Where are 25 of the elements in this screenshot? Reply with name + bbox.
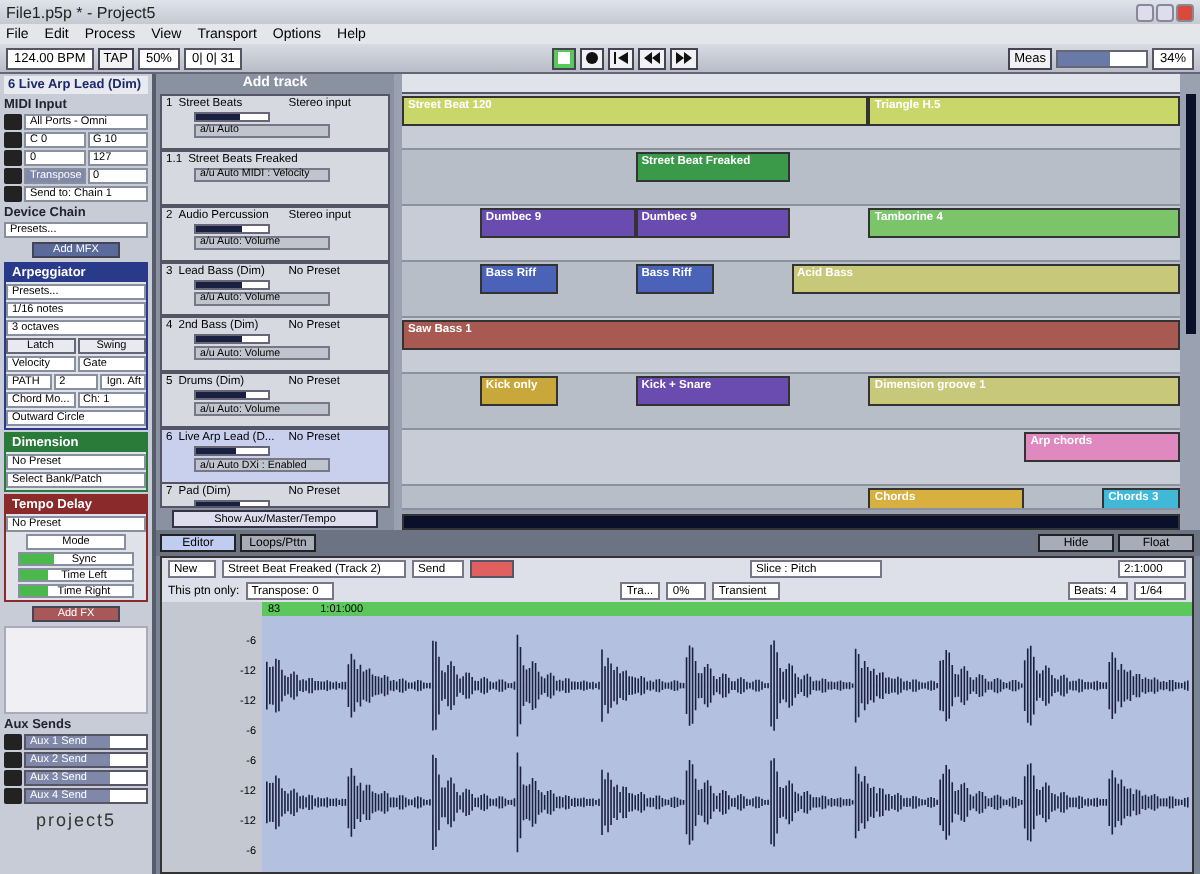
zoom-slider[interactable]	[1055, 49, 1148, 67]
track-meter	[194, 390, 270, 401]
logo: project5	[33, 810, 119, 830]
window-title: File1.p5p * - Project5	[6, 3, 156, 21]
fast-forward-icon	[676, 52, 693, 64]
play-button[interactable]	[552, 47, 577, 69]
close-button[interactable]	[1176, 3, 1194, 21]
record-icon	[586, 52, 599, 64]
track-meter	[194, 446, 270, 457]
rewind-icon	[644, 52, 661, 64]
track-meter	[194, 279, 270, 290]
scrollbar[interactable]	[402, 514, 1180, 530]
maximize-button[interactable]	[1156, 3, 1174, 21]
square-icon	[558, 52, 571, 64]
rewind-button[interactable]	[638, 47, 667, 69]
track-meter	[194, 223, 270, 234]
track-meter	[194, 334, 270, 345]
fast-forward-button[interactable]	[670, 47, 699, 69]
skip-back-icon	[614, 52, 629, 64]
rewind-start-button[interactable]	[608, 47, 635, 69]
track-meter	[194, 111, 270, 122]
device-chain-area	[4, 626, 148, 714]
minimize-button[interactable]	[1136, 3, 1154, 21]
scrollbar[interactable]	[1186, 94, 1196, 334]
record-button[interactable]	[580, 47, 605, 69]
